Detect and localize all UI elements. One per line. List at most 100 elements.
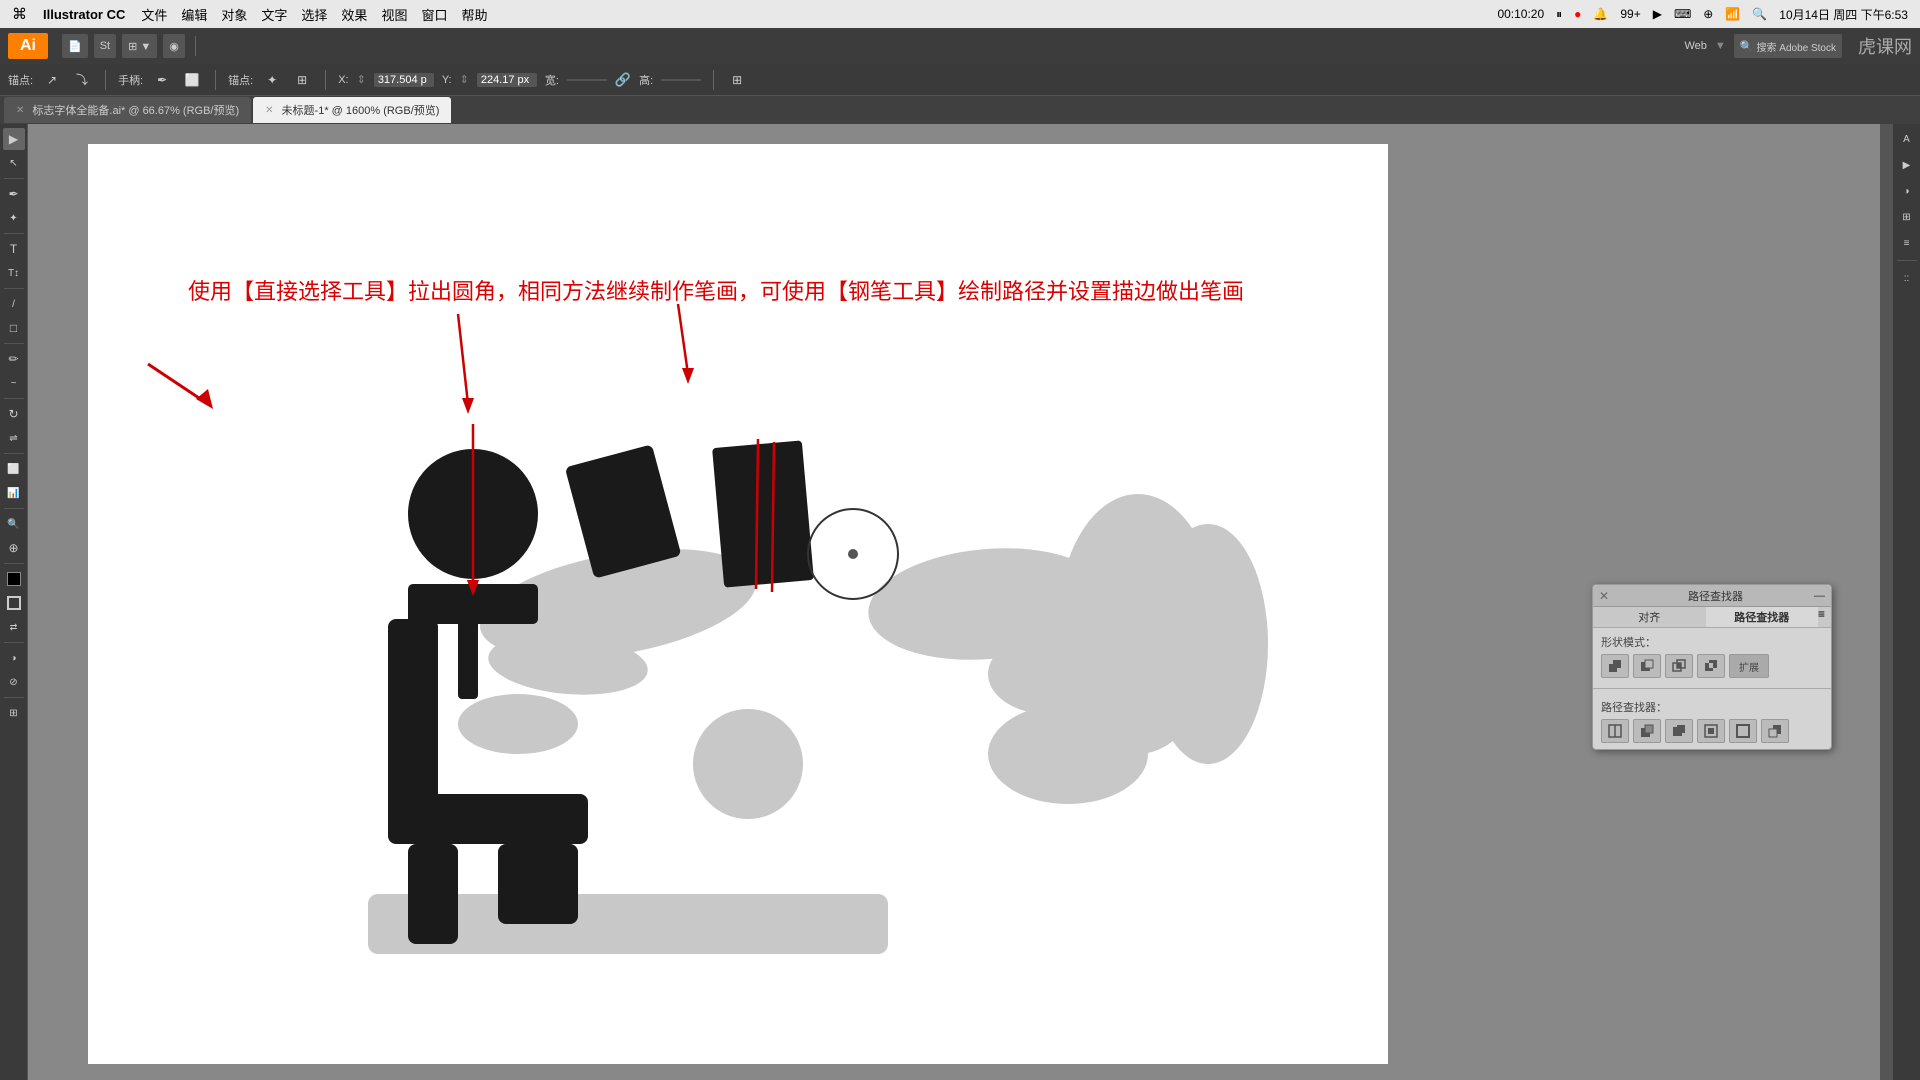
expand-panels-btn[interactable]: :: (1896, 267, 1918, 289)
artboards-btn[interactable]: ⊞ ▼ (122, 34, 157, 58)
right-panel: A ▶ ◑ ⊞ ≡ :: (1892, 124, 1920, 1080)
apple-menu[interactable]: ⌘ (12, 5, 27, 23)
reflect-tool[interactable]: ⇌ (3, 427, 25, 449)
pathfinder-label: 路径查找器： (1601, 699, 1823, 715)
notification-icon[interactable]: 🔔 (1593, 7, 1608, 21)
tool-sep-3 (4, 288, 24, 289)
smooth-tool[interactable]: ~ (3, 372, 25, 394)
intersect-btn[interactable] (1665, 654, 1693, 678)
record-btn[interactable]: ● (1574, 7, 1581, 21)
rotate-tool[interactable]: ↻ (3, 403, 25, 425)
new-file-btn[interactable]: 📄 (62, 34, 88, 58)
w-value[interactable] (567, 79, 607, 81)
type-tool[interactable]: T (3, 238, 25, 260)
bar-chart-tool[interactable]: 📊 (3, 482, 25, 504)
tab-1[interactable]: ✕ 标志字体全能备.ai* @ 66.67% (RGB/预览) (4, 97, 251, 123)
divide-btn[interactable] (1601, 719, 1629, 743)
menu-view[interactable]: 视图 (381, 5, 407, 24)
x-label: X: (338, 74, 348, 86)
stroke-btn[interactable] (3, 592, 25, 614)
outline-btn[interactable] (1729, 719, 1757, 743)
tool-sep-1 (4, 178, 24, 179)
direct-select-tool[interactable]: ↖ (3, 152, 25, 174)
keyboard-icon[interactable]: ⌨ (1674, 7, 1691, 21)
rectangle-tool[interactable]: □ (3, 317, 25, 339)
merge-btn[interactable] (1665, 719, 1693, 743)
search-icon[interactable]: 🔍 (1752, 7, 1767, 21)
color-mode-btn[interactable]: ◑ (3, 647, 25, 669)
search-btn[interactable]: 🔍 搜索 Adobe Stock (1734, 34, 1842, 58)
shape-modes-section: 形状模式： (1593, 628, 1831, 684)
panel-menu-btn[interactable]: ≡ (1818, 607, 1831, 627)
wifi-icon[interactable]: 📶 (1725, 7, 1740, 21)
swap-colors-btn[interactable]: ⇄ (3, 616, 25, 638)
menu-help[interactable]: 帮助 (461, 5, 487, 24)
handle-btn2[interactable]: ⬜ (181, 69, 203, 91)
line-tool[interactable]: / (3, 293, 25, 315)
panel-collapse-btn[interactable]: — (1814, 590, 1825, 602)
area-type-tool[interactable]: T↕ (3, 262, 25, 284)
tab2-label[interactable]: 未标题-1* @ 1600% (RGB/预览) (282, 102, 440, 118)
unite-btn[interactable] (1601, 654, 1629, 678)
anchor-btn1[interactable]: ↗ (41, 69, 63, 91)
x-value[interactable]: 317.504 p (374, 73, 434, 87)
panel-tab-align[interactable]: 对齐 (1593, 607, 1706, 627)
trim-btn[interactable] (1633, 719, 1661, 743)
play-icon[interactable]: ▶ (1653, 7, 1662, 21)
menu-object[interactable]: 对象 (221, 5, 247, 24)
battery-level: 99+ (1620, 7, 1640, 21)
libraries-btn[interactable]: St (94, 34, 116, 58)
main-toolbar: Ai 📄 St ⊞ ▼ ◉ Web ▼ 🔍 搜索 Adobe Stock 虎课网 (0, 28, 1920, 64)
pen-tool[interactable]: ✒ (3, 183, 25, 205)
handle-btn1[interactable]: ✒ (151, 69, 173, 91)
none-btn[interactable]: ⊘ (3, 671, 25, 693)
menu-edit[interactable]: 编辑 (181, 5, 207, 24)
right-panel-btn2[interactable]: ▶ (1896, 154, 1918, 176)
panel-tab-pathfinder[interactable]: 路径查找器 (1706, 607, 1819, 627)
h-value[interactable] (661, 79, 701, 81)
vertical-scrollbar[interactable] (1880, 124, 1892, 1080)
tab1-close[interactable]: ✕ (16, 105, 24, 116)
right-panel-btn3[interactable]: ◑ (1896, 180, 1918, 202)
app-name: Illustrator CC (43, 7, 125, 22)
right-panel-btn4[interactable]: ⊞ (1896, 206, 1918, 228)
zoom-in-tool[interactable]: ⊕ (3, 537, 25, 559)
selection-tool[interactable]: ▶ (3, 128, 25, 150)
minus-front-btn[interactable] (1633, 654, 1661, 678)
anchor2-btn[interactable]: ✦ (261, 69, 283, 91)
right-panel-btn1[interactable]: A (1896, 128, 1918, 150)
y-value[interactable]: 224.17 px (477, 73, 537, 87)
bluetooth-icon[interactable]: ⊕ (1703, 7, 1713, 21)
image-tool[interactable]: ⬜ (3, 458, 25, 480)
zoom-out-tool[interactable]: 🔍 (3, 513, 25, 535)
tab2-close[interactable]: ✕ (265, 105, 273, 116)
gpu-btn[interactable]: ◉ (163, 34, 185, 58)
anchor-tool[interactable]: ✦ (3, 207, 25, 229)
menu-window[interactable]: 窗口 (421, 5, 447, 24)
white-canvas: 使用【直接选择工具】拉出圆角，相同方法继续制作笔画，可使用【钢笔工具】绘制路径并… (88, 144, 1388, 1064)
crop-btn[interactable] (1697, 719, 1725, 743)
ai-logo-badge: Ai (8, 33, 48, 59)
time-display: 00:10:20 (1497, 7, 1544, 21)
transform-btn[interactable]: ⊞ (726, 69, 748, 91)
right-panel-btn5[interactable]: ≡ (1896, 232, 1918, 254)
symbol-tool[interactable]: ⊞ (3, 702, 25, 724)
props-sep1 (105, 70, 106, 90)
minus-back-btn[interactable] (1761, 719, 1789, 743)
menu-text[interactable]: 文字 (261, 5, 287, 24)
lock-icon[interactable]: 🔗 (615, 72, 631, 88)
menu-file[interactable]: 文件 (141, 5, 167, 24)
expand-btn[interactable]: 扩展 (1729, 654, 1769, 678)
canvas-area[interactable]: 使用【直接选择工具】拉出圆角，相同方法继续制作笔画，可使用【钢笔工具】绘制路径并… (28, 124, 1892, 1080)
fill-btn[interactable] (3, 568, 25, 590)
panel-close-btn[interactable]: ✕ (1599, 589, 1609, 603)
tab1-label[interactable]: 标志字体全能备.ai* @ 66.67% (RGB/预览) (32, 102, 239, 118)
tool-sep-6 (4, 453, 24, 454)
exclude-btn[interactable] (1697, 654, 1725, 678)
tab-2[interactable]: ✕ 未标题-1* @ 1600% (RGB/预览) (253, 97, 451, 123)
anchor-btn2[interactable]: ⤵ (71, 69, 93, 91)
pencil-tool[interactable]: ✏ (3, 348, 25, 370)
menu-effect[interactable]: 效果 (341, 5, 367, 24)
menu-select[interactable]: 选择 (301, 5, 327, 24)
anchor3-btn[interactable]: ⊞ (291, 69, 313, 91)
